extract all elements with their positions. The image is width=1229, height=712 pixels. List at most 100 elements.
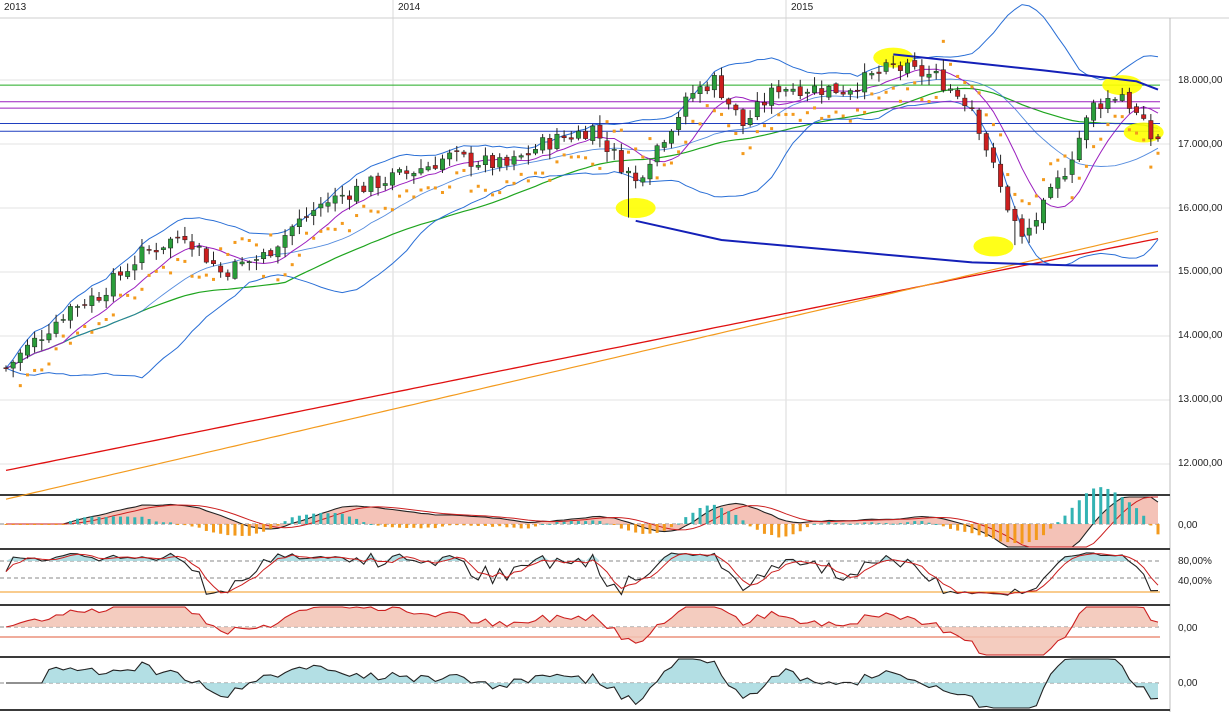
macd-histogram-bar [1092, 488, 1096, 524]
candle-body [905, 62, 911, 74]
sar-dot [405, 189, 409, 193]
candle-body [976, 109, 982, 134]
candle-body [668, 130, 674, 144]
macd-histogram-bar [805, 524, 809, 528]
macd-histogram-bar [984, 524, 988, 537]
candle-body [783, 89, 789, 92]
candle-body [404, 170, 410, 174]
macd-histogram-bar [512, 524, 516, 528]
candle-body [96, 297, 102, 301]
candle-body [139, 246, 145, 264]
candle-body [475, 165, 481, 168]
candle-body [17, 352, 23, 363]
sar-dot [834, 110, 838, 114]
sar-dot [569, 155, 573, 159]
candle-body [490, 155, 496, 168]
macd-histogram-bar [212, 524, 216, 533]
sar-dot [169, 271, 173, 275]
macd-histogram-bar [956, 524, 960, 531]
candle-body [933, 70, 939, 74]
sar-dot [555, 160, 559, 164]
sar-dot [440, 190, 444, 194]
candle-body [1105, 98, 1111, 109]
candle-body [32, 337, 38, 348]
macd-histogram-bar [376, 524, 380, 526]
candle-body [618, 150, 624, 173]
price-tick-label: 13.000,00 [1178, 394, 1223, 405]
sar-dot [133, 296, 137, 300]
macd-histogram-bar [634, 524, 638, 533]
sar-dot [398, 194, 402, 198]
sar-dot [991, 123, 995, 127]
candle-body [275, 246, 281, 258]
macd-histogram-bar [1013, 524, 1017, 543]
macd-histogram-bar [61, 524, 65, 525]
sar-dot [562, 153, 566, 157]
macd-histogram-bar [662, 524, 666, 531]
price-tick-label: 16.000,00 [1178, 203, 1223, 214]
candle-body [218, 265, 224, 273]
macd-histogram-bar [169, 522, 173, 524]
sar-dot [54, 347, 58, 351]
macd-histogram-bar [312, 513, 316, 524]
candle-body [704, 86, 710, 92]
macd-histogram-bar [863, 522, 867, 524]
sar-dot [584, 156, 588, 160]
sar-dot [820, 116, 824, 120]
sar-dot [1149, 165, 1153, 169]
candle-body [232, 261, 238, 279]
candle-body [762, 102, 767, 106]
macd-histogram-bar [1084, 493, 1088, 524]
macd-histogram-bar [877, 523, 881, 525]
macd-histogram-bar [569, 521, 573, 524]
candle-body [103, 294, 109, 302]
candle-body [339, 194, 345, 197]
macd-histogram-bar [11, 524, 15, 525]
sar-dot [512, 181, 516, 185]
price-tick-label: 15.000,00 [1178, 266, 1223, 277]
macd-histogram-bar [390, 524, 394, 528]
macd-histogram-bar [4, 524, 8, 525]
sar-dot [970, 85, 974, 89]
macd-histogram-bar [483, 524, 487, 526]
oscillator-zero-label: 0,00 [1178, 623, 1198, 634]
macd-histogram-bar [54, 524, 58, 525]
macd-histogram-bar [533, 524, 537, 527]
sar-dot [176, 258, 180, 262]
price-tick-label: 17.000,00 [1178, 139, 1223, 150]
sar-dot [297, 253, 301, 257]
macd-histogram-bar [1049, 524, 1053, 529]
sar-dot [798, 118, 802, 122]
macd-histogram-bar [1149, 524, 1153, 526]
macd-histogram-bar [469, 524, 473, 526]
stock-chart: 2013 2014 2015 18.000,00 17.000,00 16.00… [0, 0, 1229, 712]
candle-body [983, 133, 989, 151]
sar-dot [219, 247, 223, 251]
sar-dot [76, 331, 80, 335]
candle-body [447, 152, 453, 160]
sar-dot [118, 293, 122, 297]
candle-body [89, 295, 95, 306]
price-tick-label: 14.000,00 [1178, 330, 1223, 341]
candle-body [1012, 209, 1018, 221]
macd-histogram-bar [526, 524, 530, 529]
candle-body [640, 177, 646, 183]
sar-dot [83, 324, 87, 328]
macd-histogram-bar [712, 504, 716, 524]
candle-body [246, 261, 252, 263]
sar-dot [870, 92, 874, 96]
candle-body [304, 216, 309, 218]
macd-histogram-bar [584, 521, 588, 524]
candle-body [511, 156, 517, 165]
sar-dot [684, 140, 688, 144]
macd-histogram-bar [283, 521, 287, 524]
candle-body [855, 89, 860, 92]
candle-body [82, 304, 88, 306]
candle-body [497, 157, 503, 168]
candle-body [633, 172, 639, 182]
candle-body [819, 88, 825, 95]
macd-histogram-bar [433, 524, 437, 529]
macd-histogram-bar [197, 524, 201, 528]
macd-histogram-bar [784, 524, 788, 537]
sar-dot [863, 110, 867, 114]
